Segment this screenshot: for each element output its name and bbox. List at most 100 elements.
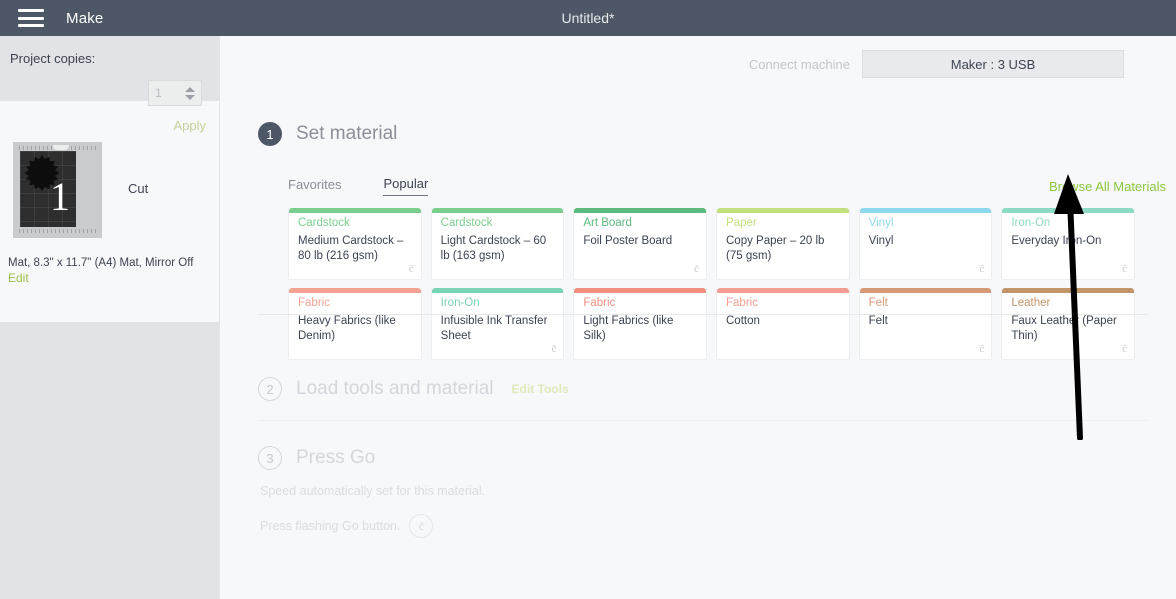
material-card-name: Light Fabrics (like Silk) (583, 314, 674, 342)
stepper-decrement-icon[interactable] (185, 94, 195, 100)
cricut-logo-icon: č (1122, 263, 1127, 275)
material-card[interactable]: Fabric Heavy Fabrics (like Denim) (288, 288, 422, 360)
material-card-category: Fabric (583, 297, 616, 309)
step-2-badge: 2 (258, 377, 282, 401)
project-copies-panel: Project copies: Apply (0, 36, 220, 133)
edit-tools-link[interactable]: Edit Tools (512, 382, 569, 396)
material-tabs: Favorites Popular Browse All Materials (288, 174, 1166, 196)
material-card-name: Copy Paper – 20 lb (75 gsm) (726, 234, 825, 262)
material-card[interactable]: Felt Felt č (858, 288, 993, 360)
tab-popular[interactable]: Popular (383, 176, 429, 196)
project-copies-input[interactable] (149, 86, 181, 100)
step-1-header: 1 Set material (258, 122, 1148, 146)
material-card[interactable]: Art Board Foil Poster Board č (573, 208, 707, 280)
material-card[interactable]: Cardstock Light Cardstock – 60 lb (163 gs… (430, 208, 565, 280)
material-card[interactable]: Fabric Light Fabrics (like Silk) (573, 288, 707, 360)
material-card-stripe (289, 288, 421, 293)
cricut-logo-icon[interactable]: č (409, 514, 434, 538)
cricut-logo-icon: č (694, 263, 699, 275)
document-title: Untitled* (561, 10, 615, 26)
browse-all-materials-link[interactable]: Browse All Materials (1049, 179, 1166, 194)
material-card[interactable]: Cardstock Medium Cardstock – 80 lb (216 g… (288, 208, 422, 280)
material-card-category: Cardstock (298, 217, 350, 229)
material-card-name: Light Cardstock – 60 lb (163 gsm) (440, 234, 547, 262)
mat-operation-label: Cut (128, 181, 149, 196)
material-card-category: Cardstock (440, 217, 493, 229)
step-3-title: Press Go (296, 447, 376, 468)
material-card[interactable]: Paper Copy Paper – 20 lb (75 gsm) (716, 208, 850, 280)
step-2-title: Load tools and material (296, 378, 494, 399)
material-card-name: Cotton (726, 314, 760, 327)
machine-select-dropdown[interactable]: Maker : 3 USB (862, 50, 1124, 78)
step-2-load-tools: 2 Load tools and material Edit Tools (258, 377, 569, 401)
material-card[interactable]: Vinyl Vinyl č (858, 208, 993, 280)
material-card-stripe (574, 288, 706, 293)
material-card[interactable]: Iron-On Everyday Iron-On č (1001, 208, 1135, 280)
speed-note-text: Speed automatically set for this materia… (260, 484, 486, 498)
mat-edit-link[interactable]: Edit (8, 271, 29, 285)
material-card[interactable]: Iron-On Infusible Ink Transfer Sheet č (430, 288, 565, 360)
hamburger-line (18, 16, 44, 20)
connect-machine-label: Connect machine (748, 56, 850, 72)
tab-favorites[interactable]: Favorites (288, 177, 341, 196)
material-card-stripe (289, 208, 421, 213)
mat-ruler-bottom (19, 229, 97, 233)
material-card-category: Fabric (298, 297, 330, 309)
apply-button[interactable]: Apply (173, 118, 206, 133)
material-card-category: Fabric (726, 297, 758, 309)
press-go-row: Press flashing Go button. č (260, 514, 434, 538)
material-cards-grid: Cardstock Medium Cardstock – 80 lb (216 g… (288, 208, 1135, 360)
material-card-category: Art Board (583, 217, 632, 229)
mat-description: Mat, 8.3" x 11.7" (A4) Mat, Mirror Off (8, 257, 194, 269)
material-card-name: Faux Leather (Paper Thin) (1011, 314, 1117, 342)
stepper-arrows[interactable] (181, 81, 199, 105)
material-card-category: Felt (868, 297, 888, 309)
mat-tab-icon (53, 145, 69, 150)
mat-thumbnail-inner: 1 (17, 145, 99, 233)
material-card-name: Felt (868, 314, 888, 327)
material-card-category: Iron-On (440, 297, 480, 309)
sidebar-empty-area (0, 322, 219, 599)
material-card-stripe (859, 288, 992, 293)
hamburger-menu-icon[interactable] (18, 9, 44, 27)
material-card-stripe (1002, 208, 1134, 213)
material-card-category: Vinyl (868, 217, 894, 229)
material-card-name: Infusible Ink Transfer Sheet (440, 314, 548, 342)
cricut-logo-icon: č (979, 263, 985, 275)
mat-material-area: 1 (20, 151, 76, 227)
material-card-stripe (1002, 288, 1134, 293)
step-3-badge: 3 (258, 446, 282, 470)
material-card-stripe (717, 288, 849, 293)
mat-number-label: 1 (50, 174, 70, 219)
project-copies-label: Project copies: (10, 51, 96, 67)
cricut-logo-icon: č (551, 343, 557, 355)
step-1-set-material: 1 Set material Favorites Popular Browse … (258, 122, 1166, 360)
cricut-logo-icon: č (979, 343, 985, 355)
hamburger-line (18, 24, 44, 27)
material-card-category: Iron-On (1011, 217, 1051, 229)
material-card-stripe (431, 288, 564, 293)
material-card-category: Paper (726, 217, 757, 229)
material-card-name: Medium Cardstock – 80 lb (216 gsm) (298, 234, 404, 262)
material-card-stripe (574, 208, 706, 213)
material-card-stripe (431, 208, 564, 213)
app-title: Make (66, 9, 104, 27)
section-divider (258, 420, 1148, 421)
material-card-name: Foil Poster Board (583, 234, 673, 247)
cricut-logo-icon: č (1122, 343, 1127, 355)
project-copies-stepper[interactable] (148, 80, 202, 106)
material-card-name: Vinyl (868, 234, 894, 247)
material-card[interactable]: Leather Faux Leather (Paper Thin) č (1001, 288, 1135, 360)
step-1-badge: 1 (258, 122, 282, 146)
mat-thumbnail[interactable]: 1 (13, 142, 102, 238)
press-go-instruction: Press flashing Go button. (260, 519, 401, 533)
left-sidebar: Project copies: Apply 1 Cut (0, 36, 220, 599)
material-card-stripe (717, 208, 849, 213)
stepper-increment-icon[interactable] (185, 86, 195, 92)
material-card[interactable]: Fabric Cotton (716, 288, 850, 360)
main-content: 1 Set material Favorites Popular Browse … (220, 92, 1176, 599)
step-3-press-go: 3 Press Go (258, 446, 375, 470)
material-card-category: Leather (1011, 297, 1051, 309)
cricut-logo-icon: č (408, 263, 414, 275)
top-bar: Make Untitled* (0, 0, 1176, 36)
